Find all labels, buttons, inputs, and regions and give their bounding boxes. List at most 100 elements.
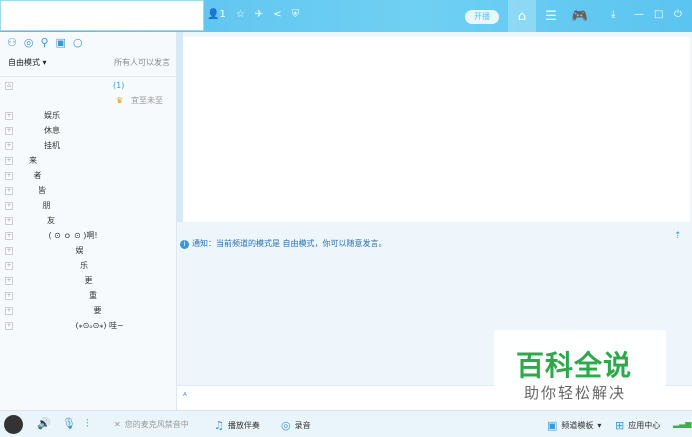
mic-muted-icon: ✕ [114, 420, 121, 429]
tree-item-label: 重 [89, 291, 97, 300]
minimize-icon[interactable]: — [634, 9, 644, 20]
app-center-button[interactable]: ⊞ 应用中心 [615, 419, 660, 432]
tree-item-label: 乐 [80, 261, 88, 270]
expand-icon[interactable]: + [5, 202, 13, 210]
note-icon[interactable]: ▣ [56, 36, 66, 49]
app-center-label: 应用中心 [628, 421, 661, 430]
live-button[interactable]: 开播 [465, 10, 499, 24]
tree-item-label: 休息 [44, 126, 60, 135]
power-icon[interactable]: ⏻ [674, 9, 682, 20]
record-button[interactable]: ◎ 录音 [281, 419, 311, 432]
tree-item[interactable]: + 来 [0, 153, 176, 168]
expand-icon[interactable]: + [5, 157, 13, 165]
expand-icon[interactable]: + [5, 322, 13, 330]
expand-icon[interactable]: + [5, 112, 13, 120]
tree-item[interactable]: + 皆 [0, 183, 176, 198]
expand-icon[interactable]: + [5, 247, 13, 255]
tree-item-label: 皆 [38, 186, 46, 195]
expand-icon[interactable]: + [5, 262, 13, 270]
tree-item-label: (⁎⊙ₒ⊙⁎) 哇~ [75, 321, 124, 330]
tree-item[interactable]: + 朋 [0, 198, 176, 213]
grid-icon: ⊞ [615, 419, 625, 432]
expand-icon[interactable]: + [5, 172, 13, 180]
expand-icon[interactable]: + [5, 307, 13, 315]
user-count[interactable]: 👤1 [207, 9, 226, 20]
tree-item[interactable]: + 娱乐 [0, 108, 176, 123]
record-label: 录音 [294, 421, 311, 430]
tree-item[interactable]: + 更 [0, 273, 176, 288]
divider [0, 76, 176, 77]
tree-item[interactable]: + 者 [0, 168, 176, 183]
shield-icon[interactable]: ⛨ [292, 9, 300, 20]
channel-sidebar: ⚇ ◎ ⚲ ▣ ○ 自由模式 ▾ 所有人可以发言 ⌂ (1) ♛ 宜至未至 + 娱乐 +… [0, 32, 177, 410]
notice-message: i 通知：当前频道的模式是 自由模式，你可以随意发言。 [180, 238, 387, 249]
download-icon[interactable]: ⤓ [611, 9, 615, 20]
maximize-icon[interactable]: □ [654, 9, 663, 20]
watermark-subtitle: 助你轻松解决 [524, 384, 627, 402]
chat-icon[interactable]: ◎ [24, 36, 34, 49]
gamepad-icon[interactable]: 🎮 [566, 0, 594, 32]
star-icon[interactable]: ☆ [236, 9, 245, 20]
tree-item-label: 娱乐 [44, 111, 60, 120]
tree-item[interactable]: + 要 [0, 303, 176, 318]
expand-icon[interactable]: + [5, 217, 13, 225]
tree-item[interactable]: + 娱 [0, 243, 176, 258]
tree-item[interactable]: + ( ⊙ ｏ ⊙ )啊! [0, 228, 176, 243]
accompaniment-button[interactable]: ♫ 播放伴奏 [214, 419, 260, 432]
avatar[interactable] [4, 415, 23, 434]
tree-item-label: 要 [93, 306, 102, 315]
equalizer-icon[interactable]: ⫶ [86, 417, 89, 431]
scroll-top-icon[interactable]: ⇡ [674, 231, 682, 241]
expand-icon[interactable]: + [5, 232, 13, 240]
expand-icon[interactable]: + [5, 277, 13, 285]
record-icon: ◎ [281, 419, 291, 432]
tree-item-label: 更 [84, 276, 93, 285]
tree-item[interactable]: + 友 [0, 213, 176, 228]
template-icon: ▣ [547, 419, 558, 432]
tree-item-label: 娱 [75, 246, 84, 255]
tree-item-label: 者 [33, 171, 42, 180]
plane-icon[interactable]: ✈ [255, 9, 263, 20]
crown-icon: ♛ [116, 96, 124, 105]
user-count-value: 1 [219, 9, 226, 20]
home-icon: ⌂ [5, 82, 13, 90]
expand-icon[interactable]: + [5, 292, 13, 300]
top-bar: 👤1 ☆ ✈ < ⛨ 开播 ⌂ ☰ 🎮 ⤓ — □ ⏻ [0, 0, 692, 32]
speaker-icon[interactable]: 🔊 [37, 417, 51, 430]
user-icon[interactable]: ⚇ [7, 36, 17, 49]
template-button[interactable]: ▣ 频道模板 ▾ [547, 419, 601, 432]
search-icon[interactable]: ○ [73, 36, 83, 49]
music-icon: ♫ [214, 419, 224, 432]
mic-status-text: 您的麦克风禁音中 [124, 420, 189, 429]
tree-item[interactable]: + 乐 [0, 258, 176, 273]
tree-item[interactable]: + 重 [0, 288, 176, 303]
channel-title-box [0, 0, 204, 31]
notice-text: 通知：当前频道的模式是 自由模式，你可以随意发言。 [192, 239, 387, 248]
user-row[interactable]: ♛ 宜至未至 [0, 93, 176, 108]
tree-item-label: ( ⊙ ｏ ⊙ )啊! [48, 231, 98, 240]
expand-icon[interactable]: + [5, 127, 13, 135]
chat-area [183, 37, 690, 222]
tree-item-label: 朋 [42, 201, 51, 210]
permission-label: 所有人可以发言 [114, 58, 170, 67]
signal-icon: ▂▃▅ [673, 419, 692, 428]
user-name: 宜至未至 [131, 96, 163, 105]
info-icon: i [180, 240, 189, 249]
location-icon[interactable]: ⚲ [40, 36, 48, 49]
tree-item[interactable]: + (⁎⊙ₒ⊙⁎) 哇~ [0, 318, 176, 333]
home-icon[interactable]: ⌂ [508, 0, 536, 32]
tree-item[interactable]: + 休息 [0, 123, 176, 138]
mode-label: 自由模式 [8, 58, 40, 67]
tree-root[interactable]: ⌂ (1) [0, 78, 176, 93]
tree-item-label: 友 [47, 216, 55, 225]
expand-icon[interactable]: + [5, 142, 13, 150]
tree-item-label: 来 [29, 156, 37, 165]
share-icon[interactable]: < [273, 9, 281, 20]
mode-dropdown[interactable]: 自由模式 ▾ [8, 57, 47, 68]
list-icon[interactable]: ☰ [537, 0, 565, 32]
mic-status: ✕ 您的麦克风禁音中 [114, 419, 189, 430]
expand-icon[interactable]: + [5, 187, 13, 195]
tree-item[interactable]: + 挂机 [0, 138, 176, 153]
font-icon[interactable]: ᴬ [183, 392, 187, 402]
mic-icon[interactable]: 🎙 [62, 417, 76, 430]
